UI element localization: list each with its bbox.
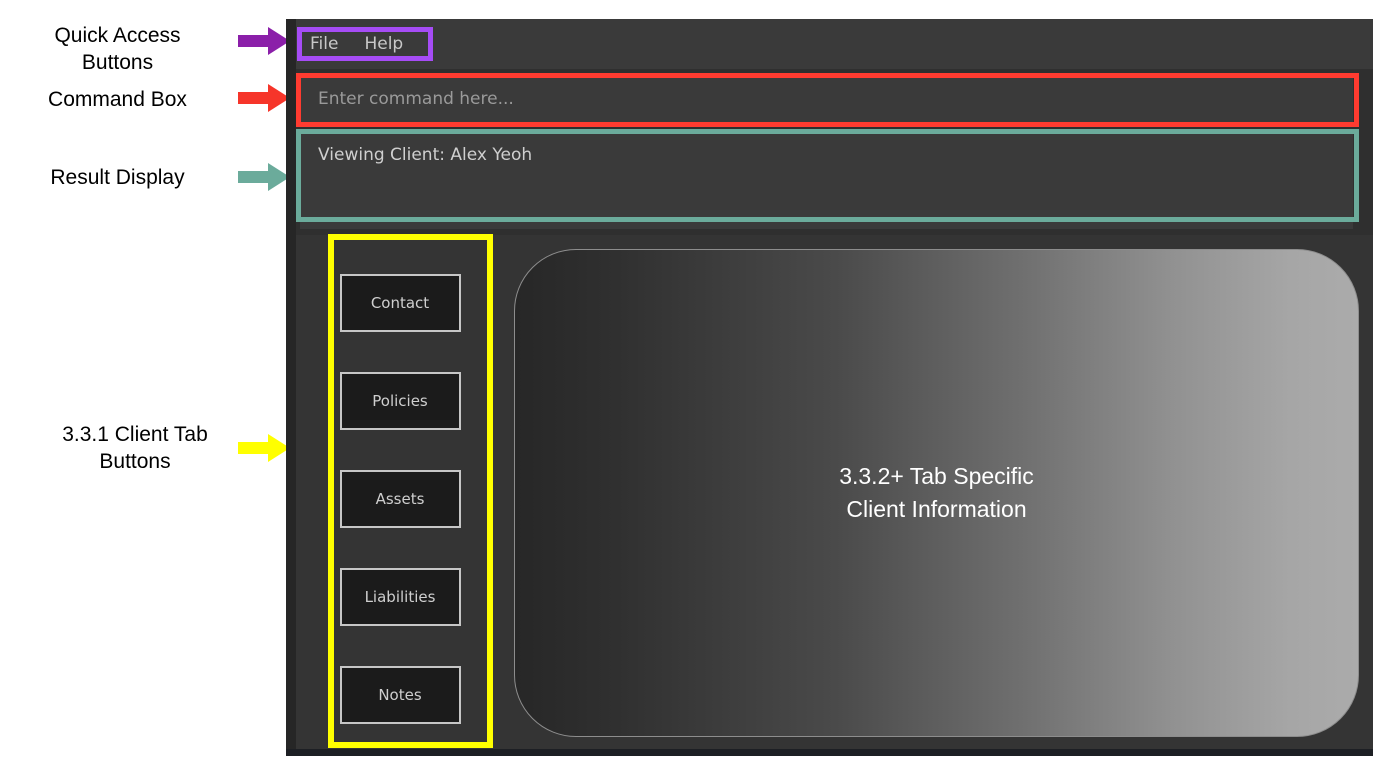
annotation-arrow-command-box-icon (238, 84, 290, 112)
tab-button-policies[interactable]: Policies (339, 372, 461, 430)
menu-item-file[interactable]: File (310, 34, 338, 54)
tab-button-contact[interactable]: Contact (339, 274, 461, 332)
window-bottom-edge (286, 749, 1373, 756)
annotation-label-quick-access: Quick Access Buttons (54, 24, 181, 74)
client-tab-button-column: Contact Policies Assets Liabilities Note… (318, 251, 482, 737)
window-left-edge (286, 19, 296, 756)
result-display-text: Viewing Client: Alex Yeoh (318, 145, 533, 165)
lower-region: Contact Policies Assets Liabilities Note… (296, 235, 1373, 749)
result-display-panel: Viewing Client: Alex Yeoh (300, 129, 1353, 229)
tab-button-assets[interactable]: Assets (339, 470, 461, 528)
annotation-label-client-tabs: 3.3.1 Client Tab Buttons (62, 423, 208, 473)
tab-content-placeholder-text: 3.3.2+ Tab Specific Client Information (839, 463, 1034, 522)
command-input[interactable] (300, 75, 1353, 123)
tab-content-panel: 3.3.2+ Tab Specific Client Information (514, 249, 1359, 737)
menu-item-help[interactable]: Help (364, 34, 403, 54)
tab-button-notes[interactable]: Notes (339, 666, 461, 724)
annotation-arrow-client-tabs-icon (238, 434, 290, 462)
annotation-arrow-result-display-icon (238, 163, 290, 191)
menu-bar: File Help (296, 19, 1373, 69)
application-window: File Help Viewing Client: Alex Yeoh Cont… (286, 19, 1373, 756)
annotation-label-command-box: Command Box (48, 88, 187, 111)
annotation-arrow-quick-access-icon (238, 27, 290, 55)
annotation-label-result-display: Result Display (50, 166, 185, 189)
tab-button-liabilities[interactable]: Liabilities (339, 568, 461, 626)
